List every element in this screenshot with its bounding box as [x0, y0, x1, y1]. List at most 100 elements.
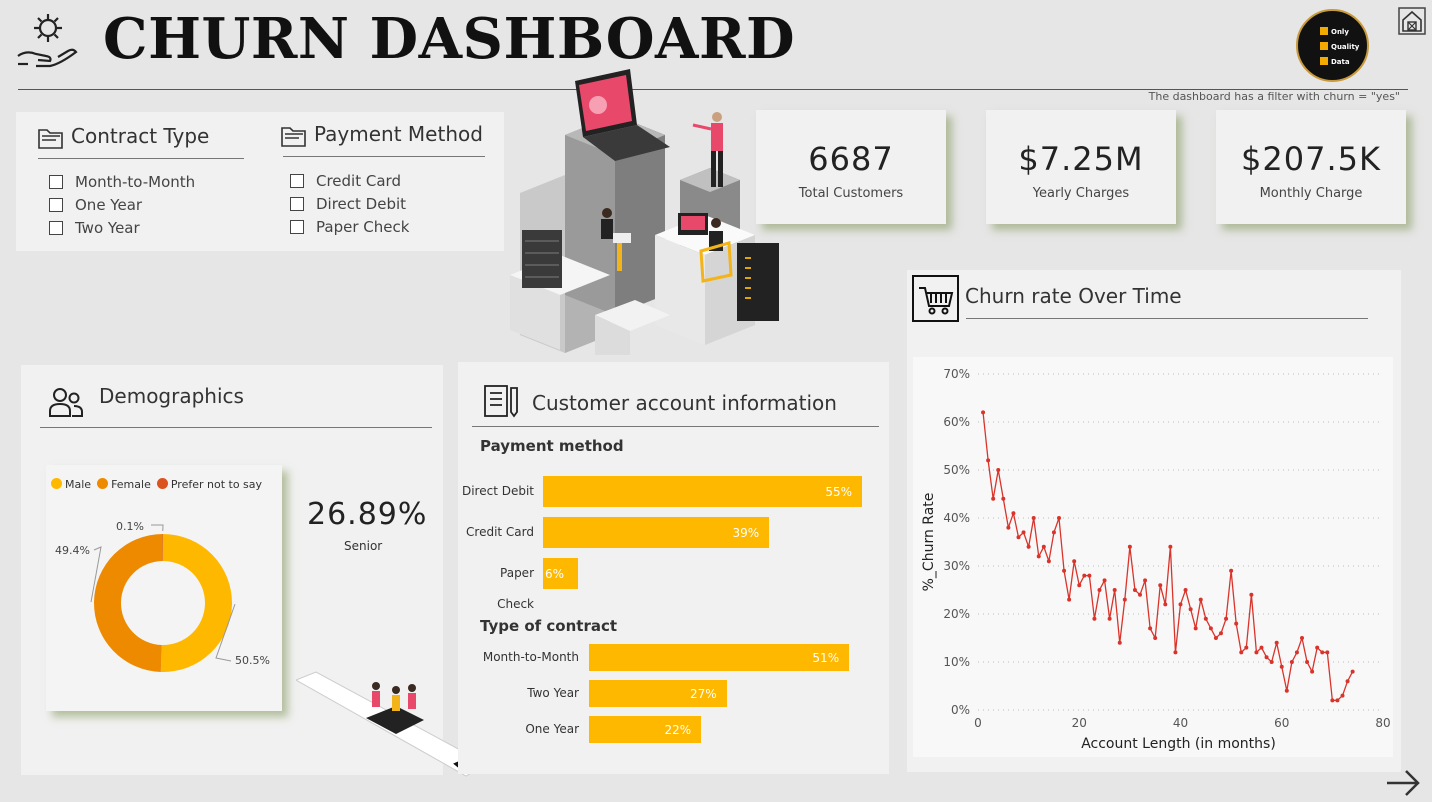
churn-data-point[interactable]: [1107, 616, 1112, 621]
contract-option-month[interactable]: Month-to-Month: [49, 170, 195, 193]
churn-data-point[interactable]: [1062, 568, 1067, 573]
churn-data-point[interactable]: [1249, 592, 1254, 597]
churn-data-point[interactable]: [1274, 640, 1279, 645]
contract-option-two-year[interactable]: Two Year: [49, 216, 195, 239]
churn-data-point[interactable]: [1021, 530, 1026, 535]
churn-data-point[interactable]: [1132, 588, 1137, 592]
churn-data-point[interactable]: [1168, 544, 1173, 549]
churn-data-point[interactable]: [981, 410, 986, 415]
churn-data-point[interactable]: [1006, 525, 1011, 530]
bar-month-to-month[interactable]: 51%: [589, 644, 850, 671]
checkbox[interactable]: [290, 173, 304, 188]
churn-data-point[interactable]: [1229, 568, 1234, 573]
churn-data-point[interactable]: [1284, 688, 1289, 693]
company-logo: Only Quality Data: [1296, 9, 1369, 82]
churn-data-point[interactable]: [1325, 650, 1330, 655]
churn-data-point[interactable]: [1224, 616, 1229, 621]
churn-data-point[interactable]: [1057, 516, 1061, 520]
churn-data-point[interactable]: [1188, 607, 1193, 612]
churn-data-point[interactable]: [1031, 516, 1036, 520]
churn-data-point[interactable]: [1117, 640, 1122, 645]
checkbox[interactable]: [290, 196, 304, 211]
donut-slice-female[interactable]: [93, 534, 163, 672]
churn-data-point[interactable]: [1138, 592, 1142, 597]
checkbox[interactable]: [49, 220, 63, 235]
churn-data-point[interactable]: [1016, 535, 1021, 540]
churn-data-point[interactable]: [1036, 554, 1041, 559]
churn-data-point[interactable]: [1244, 645, 1249, 650]
churn-data-point[interactable]: [1213, 636, 1218, 640]
checkbox[interactable]: [290, 219, 304, 234]
donut-slice-male[interactable]: [160, 534, 232, 672]
checkbox[interactable]: [49, 197, 63, 212]
bar-two-year[interactable]: 27%: [589, 680, 727, 707]
churn-data-point[interactable]: [1158, 583, 1163, 588]
churn-data-point[interactable]: [1264, 655, 1269, 660]
churn-data-point[interactable]: [1203, 616, 1208, 621]
churn-data-point[interactable]: [1102, 578, 1107, 583]
churn-data-point[interactable]: [1289, 660, 1294, 664]
churn-data-point[interactable]: [1183, 588, 1188, 592]
churn-data-point[interactable]: [1330, 698, 1335, 703]
next-page-arrow-icon[interactable]: [1385, 768, 1421, 798]
home-icon[interactable]: [1398, 7, 1426, 35]
churn-data-point[interactable]: [1011, 511, 1016, 516]
churn-data-point[interactable]: [1092, 616, 1097, 621]
bar-one-year[interactable]: 22%: [589, 716, 702, 743]
churn-data-point[interactable]: [1153, 636, 1158, 640]
churn-data-point[interactable]: [1279, 664, 1284, 669]
churn-data-point[interactable]: [1097, 588, 1102, 592]
bar-paper-check[interactable]: 6%: [543, 558, 578, 589]
churn-data-point[interactable]: [1082, 573, 1087, 578]
churn-data-point[interactable]: [1077, 583, 1082, 588]
churn-data-point[interactable]: [1239, 650, 1244, 655]
churn-data-point[interactable]: [1087, 573, 1092, 578]
churn-data-point[interactable]: [1178, 602, 1183, 607]
churn-data-point[interactable]: [1112, 588, 1117, 592]
payment-option-debit[interactable]: Direct Debit: [290, 192, 409, 215]
churn-data-point[interactable]: [991, 496, 996, 501]
churn-data-point[interactable]: [1310, 669, 1315, 674]
churn-data-point[interactable]: [1026, 544, 1031, 549]
churn-data-point[interactable]: [1315, 645, 1320, 650]
churn-data-point[interactable]: [1041, 544, 1046, 549]
churn-data-point[interactable]: [1163, 602, 1168, 607]
churn-data-point[interactable]: [1254, 650, 1259, 655]
churn-data-point[interactable]: [1148, 626, 1153, 631]
churn-data-point[interactable]: [1350, 669, 1355, 674]
payment-option-check[interactable]: Paper Check: [290, 215, 409, 238]
churn-data-point[interactable]: [1345, 679, 1350, 684]
checkbox[interactable]: [49, 174, 63, 189]
churn-data-point[interactable]: [1143, 578, 1148, 583]
bar-value-label: 39%: [732, 525, 760, 540]
churn-data-point[interactable]: [1305, 660, 1310, 664]
churn-data-point[interactable]: [1208, 626, 1213, 631]
churn-data-point[interactable]: [1198, 597, 1203, 602]
churn-data-point[interactable]: [1335, 698, 1340, 703]
payment-option-credit[interactable]: Credit Card: [290, 169, 409, 192]
churn-data-point[interactable]: [1127, 544, 1132, 549]
churn-data-point[interactable]: [1072, 559, 1077, 564]
bar-credit-card[interactable]: 39%: [543, 517, 770, 548]
churn-data-point[interactable]: [1122, 597, 1127, 602]
churn-data-point[interactable]: [1300, 636, 1304, 640]
donut-data-label: 50.5%: [235, 654, 270, 667]
churn-data-point[interactable]: [1051, 530, 1056, 535]
churn-data-point[interactable]: [1269, 660, 1274, 664]
churn-data-point[interactable]: [1340, 693, 1345, 698]
bar-direct-debit[interactable]: 55%: [543, 476, 862, 507]
churn-data-point[interactable]: [1193, 626, 1198, 631]
churn-data-point[interactable]: [986, 458, 991, 463]
churn-data-point[interactable]: [1320, 650, 1325, 655]
churn-data-point[interactable]: [1067, 597, 1072, 602]
bar-category-label: Direct Debit: [461, 484, 534, 498]
churn-data-point[interactable]: [1001, 496, 1006, 501]
churn-data-point[interactable]: [1173, 650, 1178, 655]
churn-data-point[interactable]: [1259, 645, 1264, 650]
churn-data-point[interactable]: [1219, 631, 1223, 636]
contract-option-one-year[interactable]: One Year: [49, 193, 195, 216]
churn-data-point[interactable]: [1234, 621, 1239, 626]
churn-data-point[interactable]: [1294, 650, 1299, 655]
churn-data-point[interactable]: [1046, 559, 1051, 564]
churn-data-point[interactable]: [996, 468, 1001, 472]
